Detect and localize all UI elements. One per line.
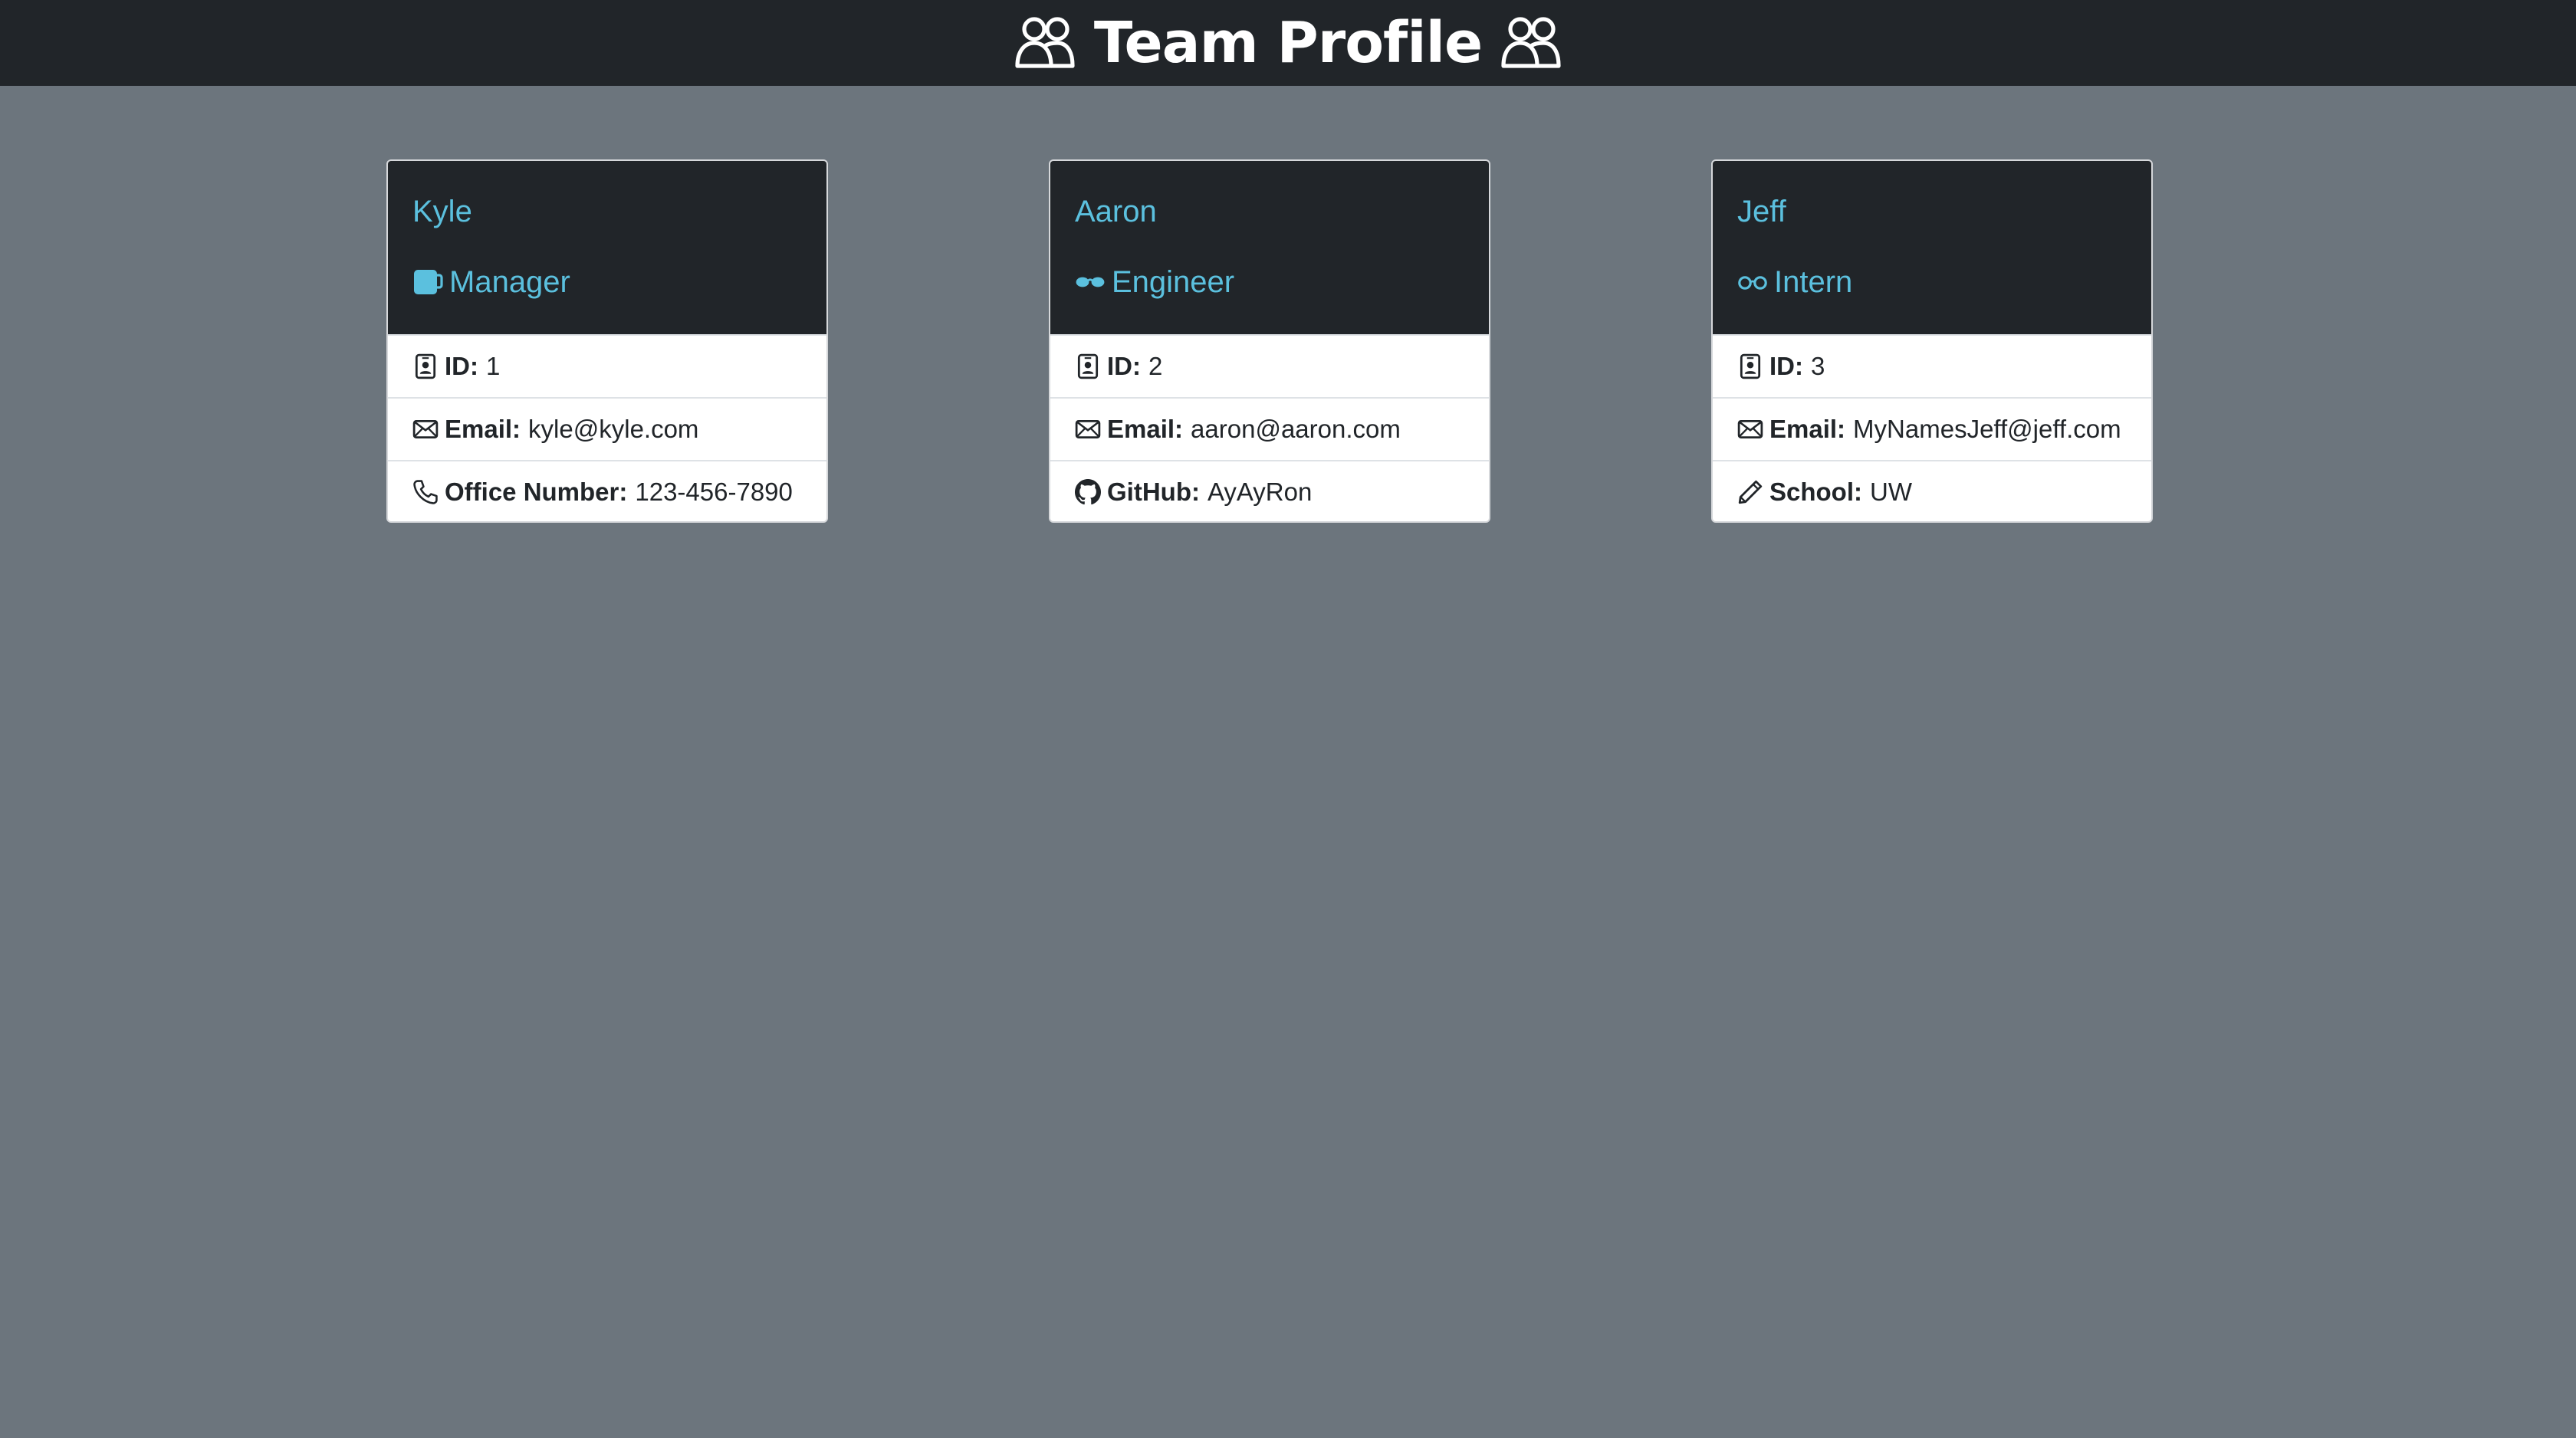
top-navbar: Team Profile	[0, 0, 2576, 86]
id-label: ID:	[1107, 352, 1141, 380]
id-row: ID: 1	[388, 334, 826, 397]
role-label: Intern	[1774, 265, 1853, 299]
email-label: Email:	[1769, 415, 1846, 443]
role-label: Manager	[449, 265, 570, 299]
id-value: 2	[1148, 352, 1163, 380]
office-number-value: 123-456-7890	[635, 478, 793, 506]
email-row: Email: MyNamesJeff@jeff.com	[1713, 397, 2151, 460]
email-label: Email:	[445, 415, 521, 443]
github-label: GitHub:	[1107, 478, 1200, 506]
email-row: Email: kyle@kyle.com	[388, 397, 826, 460]
employee-card: Aaron Engineer ID: 2 Email: aaron@aaron.…	[1049, 159, 1490, 523]
office-number-label: Office Number:	[445, 478, 628, 506]
school-label: School:	[1769, 478, 1862, 506]
envelope-icon	[412, 419, 439, 439]
email-row: Email: aaron@aaron.com	[1050, 397, 1489, 460]
id-row: ID: 3	[1713, 334, 2151, 397]
id-label: ID:	[445, 352, 478, 380]
school-value: UW	[1870, 478, 1912, 506]
eyeglasses-icon	[1738, 276, 1767, 290]
card-header: Kyle Manager	[388, 161, 826, 334]
id-value: 1	[486, 352, 501, 380]
employee-card: Jeff Intern ID: 3 Email: MyNamesJeff@jef…	[1711, 159, 2153, 523]
employee-role: Manager	[412, 267, 802, 297]
card-header: Aaron Engineer	[1050, 161, 1489, 334]
sunglasses-icon	[1076, 277, 1105, 287]
id-value: 3	[1811, 352, 1825, 380]
github-icon	[1075, 479, 1101, 505]
envelope-icon	[1737, 419, 1763, 439]
github-row: GitHub: AyAyRon	[1050, 460, 1489, 521]
github-value: AyAyRon	[1207, 478, 1313, 506]
badge-icon	[415, 353, 436, 379]
email-value: MyNamesJeff@jeff.com	[1853, 415, 2121, 443]
people-icon	[1501, 17, 1561, 68]
telephone-icon	[413, 480, 438, 504]
badge-icon	[1740, 353, 1761, 379]
pencil-icon	[1738, 480, 1763, 504]
badge-icon	[1077, 353, 1099, 379]
email-value: kyle@kyle.com	[528, 415, 699, 443]
id-row: ID: 2	[1050, 334, 1489, 397]
card-header: Jeff Intern	[1713, 161, 2151, 334]
employee-card: Kyle Manager ID: 1 Email: kyle@kyle.com	[386, 159, 828, 523]
id-label: ID:	[1769, 352, 1803, 380]
cup-icon	[414, 270, 443, 294]
employee-name: Aaron	[1075, 195, 1157, 228]
page-title: Team Profile	[1093, 10, 1483, 76]
envelope-icon	[1075, 419, 1101, 439]
office-number-row: Office Number: 123-456-7890	[388, 460, 826, 521]
employee-name: Kyle	[412, 195, 472, 228]
role-label: Engineer	[1112, 265, 1235, 299]
school-row: School: UW	[1713, 460, 2151, 521]
employee-name: Jeff	[1737, 195, 1786, 228]
employee-role: Engineer	[1075, 267, 1464, 297]
employee-role: Intern	[1737, 267, 2127, 297]
people-icon	[1015, 17, 1075, 68]
email-label: Email:	[1107, 415, 1184, 443]
email-value: aaron@aaron.com	[1191, 415, 1401, 443]
